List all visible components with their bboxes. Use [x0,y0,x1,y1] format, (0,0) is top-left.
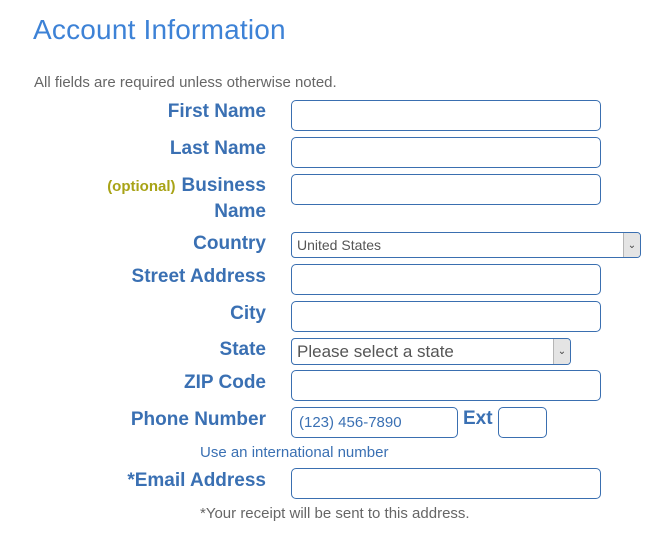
country-selected-value: United States [297,237,382,253]
first-name-label: First Name [167,101,266,122]
phone-number-input[interactable]: (123) 456-7890 [291,407,458,438]
optional-tag: (optional) [107,178,176,195]
state-label: State [219,339,266,360]
email-address-input[interactable] [291,468,601,499]
last-name-label: Last Name [169,138,266,159]
country-select[interactable]: United States ⌄ [291,232,641,258]
street-address-label: Street Address [131,266,266,287]
street-address-input[interactable] [291,264,601,295]
phone-ext-input[interactable] [498,407,547,438]
chevron-down-icon[interactable]: ⌄ [623,233,640,257]
country-label: Country [193,233,266,254]
international-number-link[interactable]: Use an international number [200,444,388,461]
last-name-input[interactable] [291,137,601,168]
chevron-down-icon[interactable]: ⌄ [553,339,570,364]
business-name-label-line2: Name [214,201,266,222]
business-name-label: (optional) Business [107,173,266,200]
business-name-label-line1: Business [181,175,266,196]
business-name-input[interactable] [291,174,601,205]
email-address-label: *Email Address [127,470,266,491]
zip-code-label: ZIP Code [184,372,266,393]
ext-label: Ext [463,408,493,429]
first-name-input[interactable] [291,100,601,131]
required-note: All fields are required unless otherwise… [34,74,337,91]
zip-code-input[interactable] [291,370,601,401]
city-label: City [230,303,266,324]
email-hint: *Your receipt will be sent to this addre… [200,505,470,522]
phone-placeholder: (123) 456-7890 [299,414,402,431]
page-title: Account Information [33,14,286,45]
state-selected-value: Please select a state [297,341,454,361]
phone-number-label: Phone Number [130,409,266,430]
state-select[interactable]: Please select a state ⌄ [291,338,571,365]
city-input[interactable] [291,301,601,332]
